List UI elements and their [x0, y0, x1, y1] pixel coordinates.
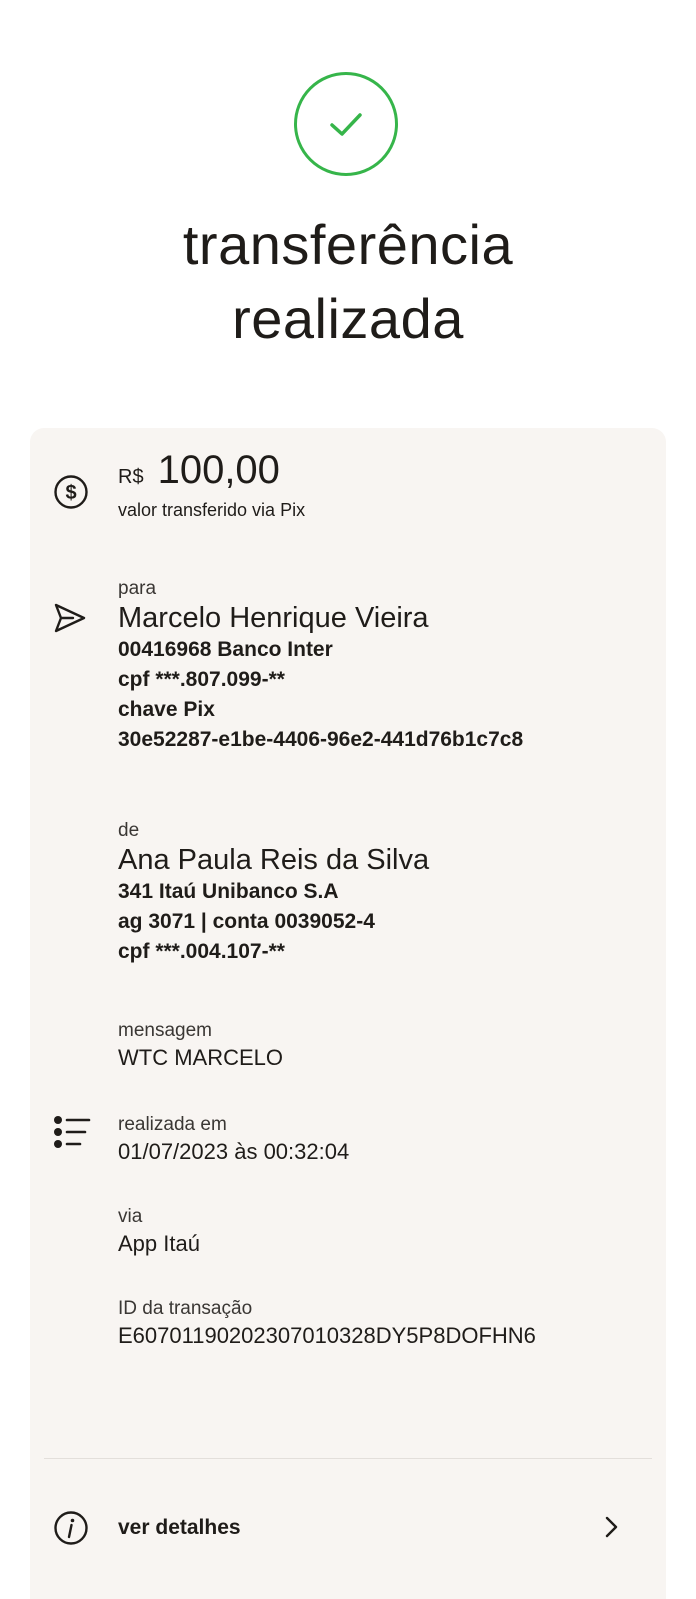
recipient-label: para: [118, 578, 157, 599]
amount-value: 100,00: [157, 448, 280, 492]
sender-bank: 341 Itaú Unibanco S.A: [118, 880, 339, 903]
amount-block: R$ 100,00 valor transferido via Pix: [118, 446, 305, 523]
message-block: mensagem WTC MARCELO: [118, 1018, 283, 1072]
page-title-line-2: realizada: [232, 287, 464, 350]
pix-key-value: 30e52287-e1be-4406-96e2-441d76b1c7c8: [118, 728, 524, 751]
info-icon: [52, 1509, 90, 1547]
success-check-badge: [294, 72, 398, 176]
view-details-label: ver detalhes: [118, 1516, 241, 1539]
page-title-line-1: transferência: [182, 213, 514, 276]
sender-account: ag 3071 | conta 0039052-4: [118, 910, 375, 933]
pix-key-label: chave Pix: [118, 698, 215, 721]
recipient-bank: 00416968 Banco Inter: [118, 638, 333, 661]
svg-text:$: $: [65, 482, 76, 504]
page-title: transferência realizada: [0, 208, 696, 356]
amount-caption: valor transferido via Pix: [118, 500, 306, 520]
sender-name: Ana Paula Reis da Silva: [118, 844, 430, 876]
send-icon: [52, 600, 88, 636]
chevron-right-icon: [600, 1515, 624, 1539]
recipient-name: Marcelo Henrique Vieira: [118, 602, 429, 634]
transaction-id: E60701190202307010328DY5P8DOFHN6: [118, 1323, 536, 1348]
view-details-button[interactable]: ver detalhes: [30, 1459, 666, 1599]
transaction-label: ID da transação: [118, 1298, 253, 1319]
recipient-cpf: cpf ***.807.099-**: [118, 668, 285, 691]
channel-label: via: [118, 1206, 143, 1227]
dollar-circle-icon: $: [52, 473, 90, 511]
sender-cpf: cpf ***.004.107-**: [118, 940, 285, 963]
check-circle-icon: [330, 113, 362, 136]
transaction-block: ID da transação E60701190202307010328DY5…: [118, 1296, 536, 1350]
message-value: WTC MARCELO: [118, 1045, 283, 1070]
datetime-label: realizada em: [118, 1114, 227, 1135]
sender-block: de Ana Paula Reis da Silva 341 Itaú Unib…: [118, 818, 429, 967]
list-icon: [52, 1112, 92, 1152]
receipt-card: $ R$ 100,00 valor transferido via Pix pa…: [30, 428, 666, 1599]
channel-block: via App Itaú: [118, 1204, 200, 1258]
channel-value: App Itaú: [118, 1231, 200, 1256]
message-label: mensagem: [118, 1020, 212, 1041]
amount-currency: R$: [118, 466, 144, 488]
datetime-block: realizada em 01/07/2023 às 00:32:04: [118, 1112, 349, 1166]
datetime-value: 01/07/2023 às 00:32:04: [118, 1139, 350, 1164]
recipient-block: para Marcelo Henrique Vieira 00416968 Ba…: [118, 576, 523, 755]
sender-label: de: [118, 820, 140, 841]
